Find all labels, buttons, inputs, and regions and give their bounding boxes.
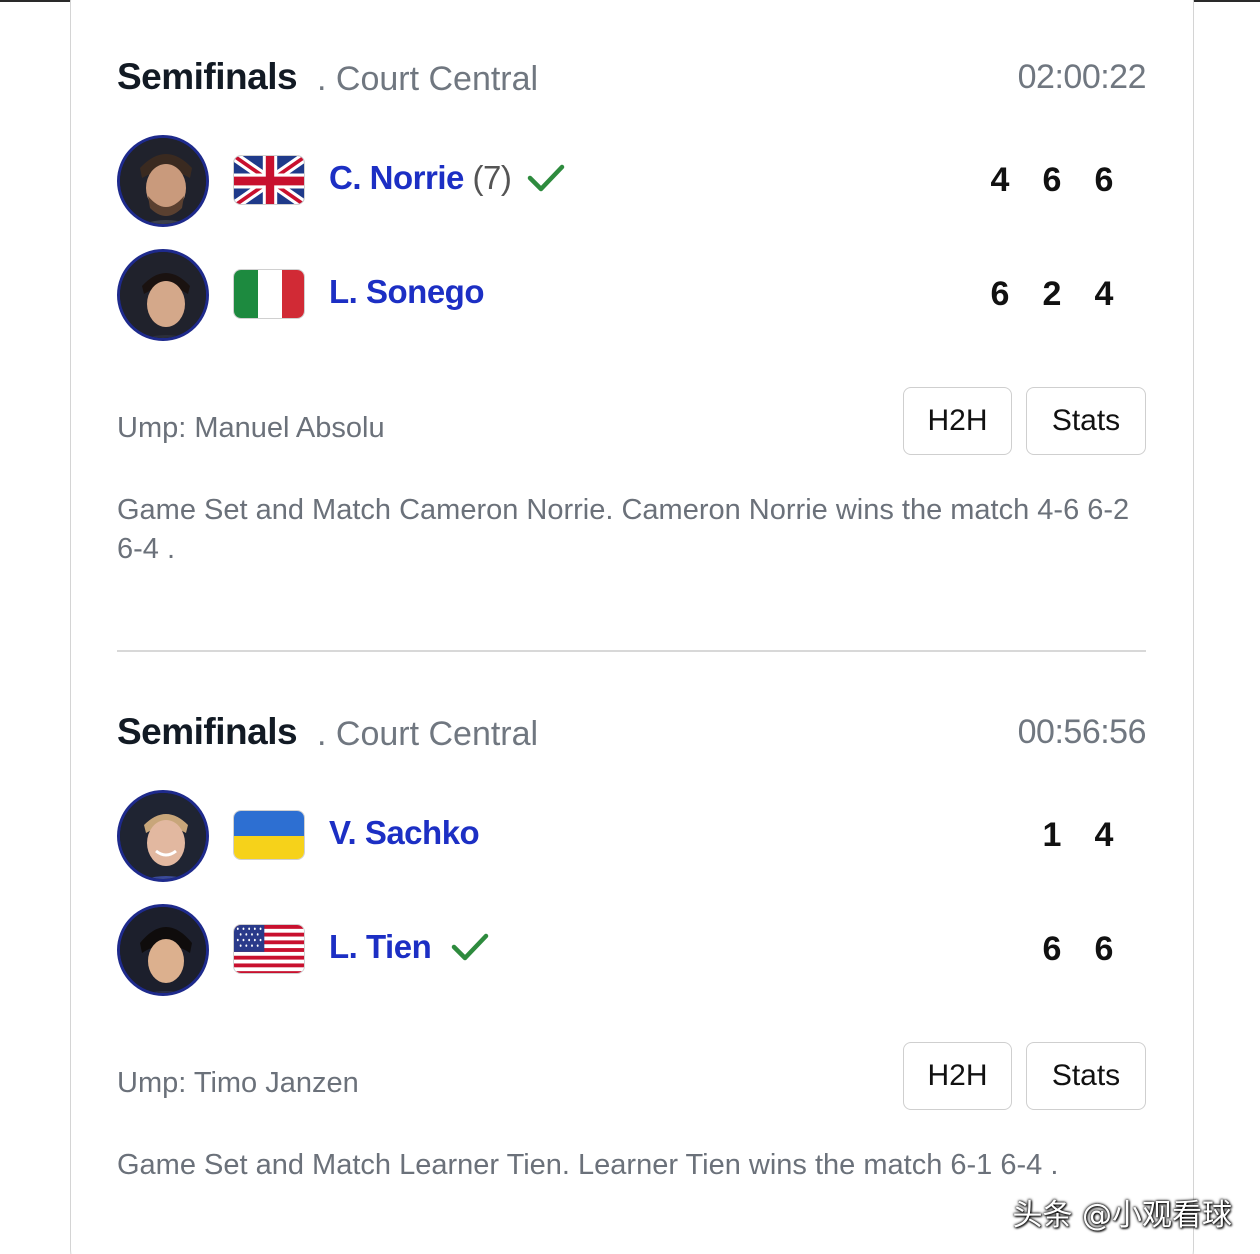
set-score: 6 <box>1094 161 1114 199</box>
match-header: Semifinals . Court Central 02:00:22 <box>117 56 1147 106</box>
match-duration: 00:56:56 <box>1017 713 1147 751</box>
player-avatar[interactable] <box>117 249 209 341</box>
set-score: 4 <box>1094 816 1114 854</box>
set-score: 2 <box>1042 275 1062 313</box>
match-summary: Game Set and Match Learner Tien. Learner… <box>117 1149 1059 1181</box>
player-name[interactable]: C. Norrie <box>329 159 464 196</box>
player-name[interactable]: V. Sachko <box>329 814 480 852</box>
court-name: . Court Central <box>317 60 539 98</box>
match-duration: 02:00:22 <box>1017 58 1147 96</box>
round-title: Semifinals <box>117 711 298 752</box>
set-scores: 1 4 <box>1026 816 1130 855</box>
umpire-label: Ump: Timo Janzen <box>117 1067 359 1099</box>
round-title: Semifinals <box>117 56 298 97</box>
player-row: L. Tien 6 6 <box>117 904 1146 996</box>
set-scores: 6 6 <box>1026 930 1130 969</box>
set-score: 6 <box>1042 930 1062 968</box>
flag-ukr <box>233 810 305 860</box>
set-scores: 4 6 6 <box>974 161 1130 200</box>
player-row: V. Sachko 1 4 <box>117 790 1146 882</box>
stats-button[interactable]: Stats <box>1026 1042 1146 1110</box>
umpire-label: Ump: Manuel Absolu <box>117 412 385 444</box>
winner-check-icon <box>451 933 489 961</box>
player-name[interactable]: L. Tien <box>329 928 432 966</box>
set-score: 4 <box>1094 275 1114 313</box>
flag-usa <box>233 924 305 974</box>
player-avatar[interactable] <box>117 790 209 882</box>
flag-ita <box>233 269 305 319</box>
match-header: Semifinals . Court Central 00:56:56 <box>117 711 1147 761</box>
winner-check-icon <box>527 164 565 192</box>
player-name[interactable]: L. Sonego <box>329 273 485 311</box>
set-score: 6 <box>990 275 1010 313</box>
player-seed: (7) <box>472 159 512 196</box>
player-row: C. Norrie (7) 4 6 6 <box>117 135 1146 227</box>
player-avatar[interactable] <box>117 135 209 227</box>
player-row: L. Sonego 6 2 4 <box>117 249 1146 341</box>
match-card: Semifinals . Court Central 00:56:56 V. S… <box>117 711 1147 1181</box>
flag-gbr <box>233 155 305 205</box>
set-score: 4 <box>990 161 1010 199</box>
watermark: 头条 @小观看球 <box>1012 1198 1232 1233</box>
player-avatar[interactable] <box>117 904 209 996</box>
court-name: . Court Central <box>317 715 539 753</box>
stats-button[interactable]: Stats <box>1026 387 1146 455</box>
set-score: 1 <box>1042 816 1062 854</box>
match-summary: Game Set and Match Cameron Norrie. Camer… <box>117 494 1130 565</box>
h2h-button[interactable]: H2H <box>903 1042 1012 1110</box>
h2h-button[interactable]: H2H <box>903 387 1012 455</box>
match-card: Semifinals . Court Central 02:00:22 C. N… <box>117 56 1147 565</box>
set-scores: 6 2 4 <box>974 275 1130 314</box>
player-name-link[interactable]: C. Norrie (7) <box>329 159 512 197</box>
match-divider <box>117 650 1146 652</box>
set-score: 6 <box>1042 161 1062 199</box>
set-score: 6 <box>1094 930 1114 968</box>
